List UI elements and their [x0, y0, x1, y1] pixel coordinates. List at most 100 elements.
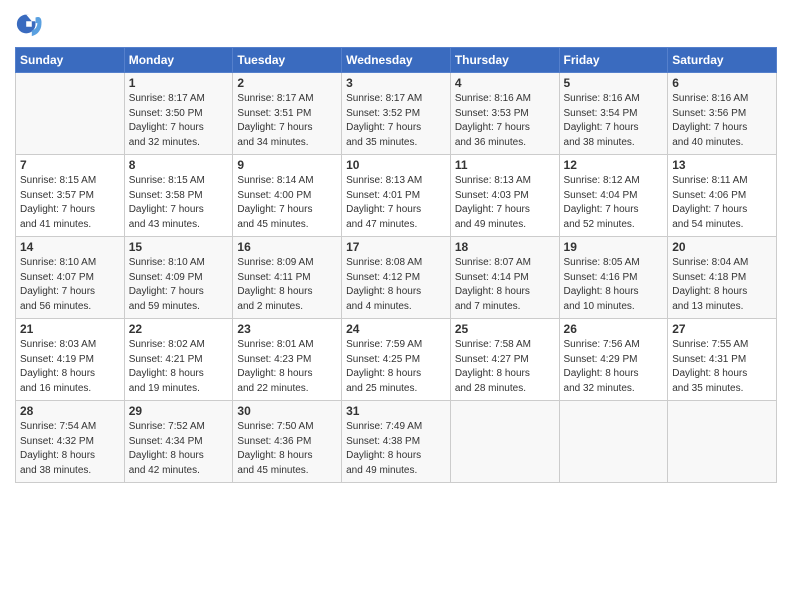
day-number: 10 — [346, 158, 446, 172]
day-detail: Sunrise: 8:14 AM Sunset: 4:00 PM Dayligh… — [237, 174, 337, 232]
week-row-2: 7Sunrise: 8:15 AM Sunset: 3:57 PM Daylig… — [16, 155, 777, 237]
main-container: SundayMondayTuesdayWednesdayThursdayFrid… — [0, 0, 792, 493]
day-detail: Sunrise: 8:13 AM Sunset: 4:01 PM Dayligh… — [346, 174, 446, 232]
day-detail: Sunrise: 8:11 AM Sunset: 4:06 PM Dayligh… — [672, 174, 772, 232]
day-number: 30 — [237, 404, 337, 418]
calendar-body: 1Sunrise: 8:17 AM Sunset: 3:50 PM Daylig… — [16, 73, 777, 483]
day-detail: Sunrise: 8:17 AM Sunset: 3:51 PM Dayligh… — [237, 92, 337, 150]
day-number: 23 — [237, 322, 337, 336]
cell-week5-day4: 31Sunrise: 7:49 AM Sunset: 4:38 PM Dayli… — [342, 401, 451, 483]
cell-week4-day2: 22 Sunrise: 8:02 AM Sunset: 4:21 PM Dayli… — [124, 319, 233, 401]
day-number: 8 — [129, 158, 229, 172]
cell-week1-day7: 6Sunrise: 8:16 AM Sunset: 3:56 PM Daylig… — [668, 73, 777, 155]
day-detail: Sunrise: 7:59 AM Sunset: 4:25 PM Dayligh… — [346, 338, 446, 396]
cell-week1-day1 — [16, 73, 125, 155]
cell-week2-day2: 8Sunrise: 8:15 AM Sunset: 3:58 PM Daylig… — [124, 155, 233, 237]
day-detail: Sunrise: 8:10 AM Sunset: 4:09 PM Dayligh… — [129, 256, 229, 314]
day-number: 20 — [672, 240, 772, 254]
day-detail: Sunrise: 7:56 AM Sunset: 4:29 PM Dayligh… — [564, 338, 664, 396]
day-detail: Sunrise: 8:03 AM Sunset: 4:19 PM Dayligh… — [20, 338, 120, 396]
cell-week1-day2: 1Sunrise: 8:17 AM Sunset: 3:50 PM Daylig… — [124, 73, 233, 155]
day-number: 13 — [672, 158, 772, 172]
day-number: 15 — [129, 240, 229, 254]
day-number: 11 — [455, 158, 555, 172]
week-row-1: 1Sunrise: 8:17 AM Sunset: 3:50 PM Daylig… — [16, 73, 777, 155]
day-detail: Sunrise: 8:01 AM Sunset: 4:23 PM Dayligh… — [237, 338, 337, 396]
week-row-5: 28 Sunrise: 7:54 AM Sunset: 4:32 PM Dayli… — [16, 401, 777, 483]
col-header-tuesday: Tuesday — [233, 48, 342, 73]
day-number: 19 — [564, 240, 664, 254]
cell-week5-day7 — [668, 401, 777, 483]
day-number: 9 — [237, 158, 337, 172]
day-detail: Sunrise: 8:17 AM Sunset: 3:52 PM Dayligh… — [346, 92, 446, 150]
cell-week1-day4: 3Sunrise: 8:17 AM Sunset: 3:52 PM Daylig… — [342, 73, 451, 155]
day-detail: Sunrise: 7:55 AM Sunset: 4:31 PM Dayligh… — [672, 338, 772, 396]
day-number: 14 — [20, 240, 120, 254]
cell-week3-day1: 14 Sunrise: 8:10 AM Sunset: 4:07 PM Dayli… — [16, 237, 125, 319]
day-detail: Sunrise: 7:50 AM Sunset: 4:36 PM Dayligh… — [237, 420, 337, 478]
cell-week3-day2: 15 Sunrise: 8:10 AM Sunset: 4:09 PM Dayli… — [124, 237, 233, 319]
day-number: 5 — [564, 76, 664, 90]
day-detail: Sunrise: 8:16 AM Sunset: 3:56 PM Dayligh… — [672, 92, 772, 150]
cell-week4-day4: 24 Sunrise: 7:59 AM Sunset: 4:25 PM Dayli… — [342, 319, 451, 401]
cell-week2-day6: 12Sunrise: 8:12 AM Sunset: 4:04 PM Dayli… — [559, 155, 668, 237]
cell-week2-day7: 13 Sunrise: 8:11 AM Sunset: 4:06 PM Dayli… — [668, 155, 777, 237]
calendar-header: SundayMondayTuesdayWednesdayThursdayFrid… — [16, 48, 777, 73]
col-header-wednesday: Wednesday — [342, 48, 451, 73]
cell-week3-day4: 17 Sunrise: 8:08 AM Sunset: 4:12 PM Dayli… — [342, 237, 451, 319]
cell-week3-day3: 16Sunrise: 8:09 AM Sunset: 4:11 PM Dayli… — [233, 237, 342, 319]
cell-week2-day1: 7Sunrise: 8:15 AM Sunset: 3:57 PM Daylig… — [16, 155, 125, 237]
cell-week1-day3: 2Sunrise: 8:17 AM Sunset: 3:51 PM Daylig… — [233, 73, 342, 155]
day-detail: Sunrise: 8:07 AM Sunset: 4:14 PM Dayligh… — [455, 256, 555, 314]
header — [15, 10, 777, 43]
cell-week2-day4: 10 Sunrise: 8:13 AM Sunset: 4:01 PM Dayli… — [342, 155, 451, 237]
day-number: 17 — [346, 240, 446, 254]
cell-week1-day6: 5 Sunrise: 8:16 AM Sunset: 3:54 PM Daylig… — [559, 73, 668, 155]
day-detail: Sunrise: 7:54 AM Sunset: 4:32 PM Dayligh… — [20, 420, 120, 478]
col-header-saturday: Saturday — [668, 48, 777, 73]
day-detail: Sunrise: 8:02 AM Sunset: 4:21 PM Dayligh… — [129, 338, 229, 396]
cell-week4-day3: 23 Sunrise: 8:01 AM Sunset: 4:23 PM Dayli… — [233, 319, 342, 401]
col-header-friday: Friday — [559, 48, 668, 73]
logo — [15, 10, 47, 43]
day-number: 4 — [455, 76, 555, 90]
cell-week3-day7: 20 Sunrise: 8:04 AM Sunset: 4:18 PM Dayli… — [668, 237, 777, 319]
week-row-3: 14 Sunrise: 8:10 AM Sunset: 4:07 PM Dayli… — [16, 237, 777, 319]
day-detail: Sunrise: 8:08 AM Sunset: 4:12 PM Dayligh… — [346, 256, 446, 314]
day-number: 16 — [237, 240, 337, 254]
col-header-monday: Monday — [124, 48, 233, 73]
day-number: 24 — [346, 322, 446, 336]
day-number: 27 — [672, 322, 772, 336]
header-row: SundayMondayTuesdayWednesdayThursdayFrid… — [16, 48, 777, 73]
day-number: 18 — [455, 240, 555, 254]
day-detail: Sunrise: 8:05 AM Sunset: 4:16 PM Dayligh… — [564, 256, 664, 314]
cell-week5-day6 — [559, 401, 668, 483]
day-number: 21 — [20, 322, 120, 336]
day-detail: Sunrise: 8:10 AM Sunset: 4:07 PM Dayligh… — [20, 256, 120, 314]
cell-week3-day5: 18 Sunrise: 8:07 AM Sunset: 4:14 PM Dayli… — [450, 237, 559, 319]
day-detail: Sunrise: 8:12 AM Sunset: 4:04 PM Dayligh… — [564, 174, 664, 232]
day-detail: Sunrise: 7:58 AM Sunset: 4:27 PM Dayligh… — [455, 338, 555, 396]
day-number: 7 — [20, 158, 120, 172]
day-detail: Sunrise: 8:04 AM Sunset: 4:18 PM Dayligh… — [672, 256, 772, 314]
calendar-table: SundayMondayTuesdayWednesdayThursdayFrid… — [15, 47, 777, 483]
cell-week4-day1: 21 Sunrise: 8:03 AM Sunset: 4:19 PM Dayli… — [16, 319, 125, 401]
cell-week5-day5 — [450, 401, 559, 483]
day-number: 29 — [129, 404, 229, 418]
day-detail: Sunrise: 8:16 AM Sunset: 3:53 PM Dayligh… — [455, 92, 555, 150]
day-detail: Sunrise: 8:13 AM Sunset: 4:03 PM Dayligh… — [455, 174, 555, 232]
cell-week2-day3: 9 Sunrise: 8:14 AM Sunset: 4:00 PM Daylig… — [233, 155, 342, 237]
day-detail: Sunrise: 8:16 AM Sunset: 3:54 PM Dayligh… — [564, 92, 664, 150]
cell-week4-day7: 27 Sunrise: 7:55 AM Sunset: 4:31 PM Dayli… — [668, 319, 777, 401]
day-number: 31 — [346, 404, 446, 418]
cell-week2-day5: 11 Sunrise: 8:13 AM Sunset: 4:03 PM Dayli… — [450, 155, 559, 237]
day-number: 28 — [20, 404, 120, 418]
cell-week4-day6: 26Sunrise: 7:56 AM Sunset: 4:29 PM Dayli… — [559, 319, 668, 401]
day-detail: Sunrise: 7:52 AM Sunset: 4:34 PM Dayligh… — [129, 420, 229, 478]
logo-icon — [15, 10, 43, 43]
week-row-4: 21 Sunrise: 8:03 AM Sunset: 4:19 PM Dayli… — [16, 319, 777, 401]
cell-week5-day3: 30 Sunrise: 7:50 AM Sunset: 4:36 PM Dayli… — [233, 401, 342, 483]
day-detail: Sunrise: 8:17 AM Sunset: 3:50 PM Dayligh… — [129, 92, 229, 150]
day-number: 22 — [129, 322, 229, 336]
col-header-sunday: Sunday — [16, 48, 125, 73]
